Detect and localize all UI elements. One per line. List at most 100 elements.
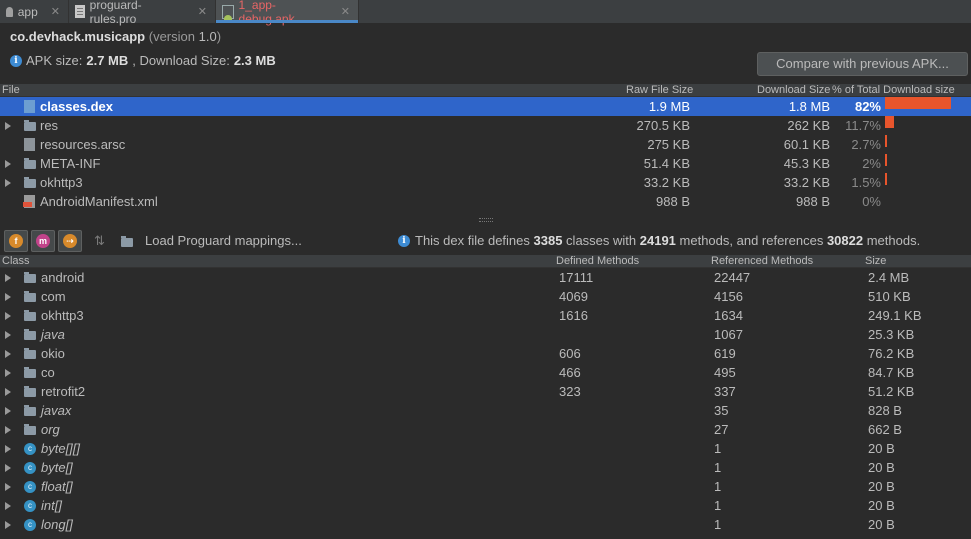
download-share-bar (885, 135, 888, 147)
version-number: 1.0 (198, 29, 217, 44)
tab-apk[interactable]: 1_app-debug.apk ✕ (216, 0, 359, 26)
close-icon[interactable]: ✕ (341, 5, 350, 18)
percent-value: 0% (862, 194, 881, 209)
class-row[interactable]: c byte[][] 1 20 B (0, 439, 971, 458)
class-size: 20 B (868, 479, 895, 494)
expand-arrow-icon[interactable] (5, 445, 11, 453)
column-header-percent[interactable]: % of Total Download size (832, 84, 955, 97)
expand-arrow-icon[interactable] (5, 464, 11, 472)
expand-arrow-icon[interactable] (5, 350, 11, 358)
close-icon[interactable]: ✕ (198, 5, 207, 18)
class-size: 662 B (868, 422, 902, 437)
file-name: META-INF (40, 156, 101, 171)
file-row[interactable]: META-INF 51.4 KB 45.3 KB 2% (0, 154, 971, 173)
class-row[interactable]: c float[] 1 20 B (0, 477, 971, 496)
class-name: okio (41, 346, 65, 361)
show-fields-button[interactable]: f (4, 230, 28, 252)
class-row[interactable]: java 1067 25.3 KB (0, 325, 971, 344)
expand-arrow-icon[interactable] (5, 388, 11, 396)
expand-arrow-icon[interactable] (5, 407, 11, 415)
download-size-label: , Download Size: (132, 53, 230, 68)
class-row[interactable]: android 17111 22447 2.4 MB (0, 268, 971, 287)
class-size: 20 B (868, 517, 895, 532)
package-icon (24, 386, 36, 397)
show-referenced-only-button[interactable]: ⇢ (58, 230, 82, 252)
expand-arrow-icon[interactable] (5, 160, 11, 168)
apk-size-line: i APK size: 2.7 MB, Download Size: 2.3 M… (10, 53, 276, 68)
download-share-bar (885, 173, 887, 185)
class-row[interactable]: com 4069 4156 510 KB (0, 287, 971, 306)
download-share-bar (885, 116, 895, 128)
version-prefix: (version (148, 29, 199, 44)
download-share-bar (885, 97, 951, 109)
class-icon: c (24, 443, 36, 455)
class-row[interactable]: javax 35 828 B (0, 401, 971, 420)
percent-value: 1.5% (851, 175, 881, 190)
expand-arrow-icon[interactable] (5, 369, 11, 377)
column-header-size[interactable]: Size (865, 255, 886, 268)
class-row[interactable]: c byte[] 1 20 B (0, 458, 971, 477)
class-name: byte[][] (41, 441, 81, 456)
file-row[interactable]: classes.dex 1.9 MB 1.8 MB 82% (0, 97, 971, 116)
class-name: long[] (41, 517, 73, 532)
file-row[interactable]: AndroidManifest.xml 988 B 988 B 0% (0, 192, 971, 211)
class-name: co (41, 365, 55, 380)
column-header-download-size[interactable]: Download Size (757, 84, 830, 97)
expand-arrow-icon[interactable] (5, 179, 11, 187)
expand-arrow-icon[interactable] (5, 521, 11, 529)
class-row[interactable]: okio 606 619 76.2 KB (0, 344, 971, 363)
class-icon: c (24, 481, 36, 493)
percent-value: 2% (862, 156, 881, 171)
splitter-handle[interactable] (479, 218, 493, 222)
expand-arrow-icon[interactable] (5, 293, 11, 301)
file-name: classes.dex (40, 99, 114, 114)
expand-arrow-icon[interactable] (5, 331, 11, 339)
close-icon[interactable]: ✕ (51, 5, 60, 18)
sort-icon[interactable]: ⇅ (94, 233, 105, 249)
column-header-defined-methods[interactable]: Defined Methods (556, 255, 639, 268)
expand-arrow-icon[interactable] (5, 502, 11, 510)
tab-app[interactable]: app ✕ (0, 0, 69, 23)
class-row[interactable]: c long[] 1 20 B (0, 515, 971, 534)
file-row[interactable]: res 270.5 KB 262 KB 11.7% (0, 116, 971, 135)
expand-arrow-icon[interactable] (5, 483, 11, 491)
android-icon (6, 6, 13, 17)
referenced-methods: 1 (714, 479, 722, 494)
apk-size-value: 2.7 MB (86, 53, 129, 68)
show-methods-button[interactable]: m (31, 230, 55, 252)
load-proguard-mappings-button[interactable]: Load Proguard mappings... (145, 233, 302, 248)
arsc-file-icon (24, 138, 35, 151)
tab-proguard-rules[interactable]: proguard-rules.pro ✕ (69, 0, 216, 26)
column-header-raw-size[interactable]: Raw File Size (626, 84, 693, 97)
class-row[interactable]: org 27 662 B (0, 420, 971, 439)
file-row[interactable]: okhttp3 33.2 KB 33.2 KB 1.5% (0, 173, 971, 192)
class-size: 828 B (868, 403, 902, 418)
compare-apk-button[interactable]: Compare with previous APK... (757, 52, 968, 76)
class-size: 20 B (868, 441, 895, 456)
class-row[interactable]: okhttp3 1616 1634 249.1 KB (0, 306, 971, 325)
dex-classes-table: Class Defined Methods Referenced Methods… (0, 255, 971, 539)
column-header-file[interactable]: File (2, 84, 20, 97)
expand-arrow-icon[interactable] (5, 426, 11, 434)
apk-size-label: APK size: (26, 53, 83, 68)
column-header-class[interactable]: Class (2, 255, 30, 268)
referenced-methods: 1 (714, 517, 722, 532)
expand-arrow-icon[interactable] (5, 122, 11, 130)
column-header-referenced-methods[interactable]: Referenced Methods (711, 255, 813, 268)
class-row[interactable]: co 466 495 84.7 KB (0, 363, 971, 382)
file-name: res (40, 118, 59, 133)
referenced-methods: 1 (714, 460, 722, 475)
percent-value: 82% (854, 99, 881, 114)
class-name: java (41, 327, 65, 342)
expand-arrow-icon[interactable] (5, 274, 11, 282)
expand-arrow-icon[interactable] (5, 312, 11, 320)
class-name: int[] (41, 498, 62, 513)
class-icon: c (24, 462, 36, 474)
file-row[interactable]: resources.arsc 275 KB 60.1 KB 2.7% (0, 135, 971, 154)
class-row[interactable]: retrofit2 323 337 51.2 KB (0, 382, 971, 401)
package-icon (24, 424, 36, 435)
defined-methods: 606 (559, 346, 581, 361)
defined-methods: 1616 (559, 308, 588, 323)
class-row[interactable]: c int[] 1 20 B (0, 496, 971, 515)
class-size: 25.3 KB (868, 327, 915, 342)
